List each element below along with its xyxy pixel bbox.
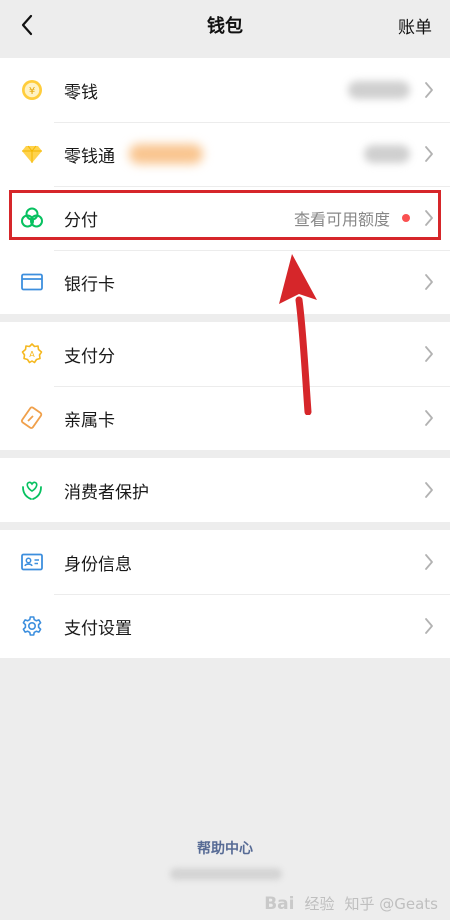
available-credit-text: 查看可用额度 <box>293 210 390 229</box>
diamond-icon <box>20 142 44 166</box>
nav-bar: 钱包 账单 <box>0 0 450 50</box>
watermark-right: 知乎 @Geats <box>344 895 438 913</box>
chevron-right-icon <box>424 409 434 427</box>
row-bank-card[interactable]: 银行卡 <box>0 250 450 314</box>
help-subtext <box>170 868 282 880</box>
settings-gear-icon <box>20 614 44 638</box>
row-change[interactable]: ¥ 零钱 <box>0 58 450 122</box>
bill-link[interactable]: 账单 <box>398 13 432 38</box>
chevron-left-icon <box>21 14 33 36</box>
chevron-right-icon <box>424 481 434 499</box>
watermark-left: Bai <box>264 893 295 914</box>
watermark: Bai 经验 知乎 @Geats <box>264 893 438 914</box>
wallet-group-1: ¥ 零钱 零钱通 分付 查看可用额度 银行卡 <box>0 58 450 314</box>
page-title: 钱包 <box>207 16 243 37</box>
row-label: 消费者保护 <box>64 482 149 503</box>
row-identity-info[interactable]: 身份信息 <box>0 530 450 594</box>
bank-card-icon <box>20 270 44 294</box>
chevron-right-icon <box>424 273 434 291</box>
watermark-middle: 经验 <box>304 895 335 913</box>
chevron-right-icon <box>424 345 434 363</box>
help-center-link[interactable]: 帮助中心 <box>0 838 450 858</box>
row-label: 分付 <box>64 210 98 231</box>
row-label: 银行卡 <box>64 274 115 295</box>
red-arrow-annotation <box>279 254 317 415</box>
row-label: 亲属卡 <box>64 410 115 431</box>
family-card-icon <box>20 406 44 430</box>
row-label: 零钱 <box>64 82 98 103</box>
row-pay-score[interactable]: A 支付分 <box>0 322 450 386</box>
pay-score-icon: A <box>20 342 44 366</box>
row-label: 零钱通 <box>64 146 115 167</box>
svg-text:¥: ¥ <box>29 86 35 97</box>
row-family-card[interactable]: 亲属卡 <box>0 386 450 450</box>
wallet-group-4: 身份信息 支付设置 <box>0 530 450 658</box>
chevron-right-icon <box>424 553 434 571</box>
licaitong-amount <box>364 145 410 163</box>
id-card-icon <box>20 550 44 574</box>
row-pay-settings[interactable]: 支付设置 <box>0 594 450 658</box>
chevron-right-icon <box>424 617 434 635</box>
wallet-group-2: A 支付分 亲属卡 <box>0 322 450 450</box>
row-fenfu[interactable]: 分付 查看可用额度 <box>0 186 450 250</box>
row-licaitong[interactable]: 零钱通 <box>0 122 450 186</box>
consumer-protection-icon <box>20 478 44 502</box>
svg-text:A: A <box>29 350 35 359</box>
wallet-group-3: 消费者保护 <box>0 458 450 522</box>
row-consumer-protection[interactable]: 消费者保护 <box>0 458 450 522</box>
red-dot-badge <box>402 214 410 222</box>
chevron-right-icon <box>424 209 434 227</box>
balance-amount <box>348 81 410 99</box>
chevron-right-icon <box>424 81 434 99</box>
promo-tag <box>129 144 203 164</box>
back-button[interactable] <box>14 12 40 38</box>
fenfu-icon <box>20 206 44 230</box>
row-label: 身份信息 <box>64 554 132 575</box>
row-label: 支付分 <box>64 346 115 367</box>
chevron-right-icon <box>424 145 434 163</box>
yuan-coin-icon: ¥ <box>20 78 44 102</box>
row-label: 支付设置 <box>64 618 132 639</box>
